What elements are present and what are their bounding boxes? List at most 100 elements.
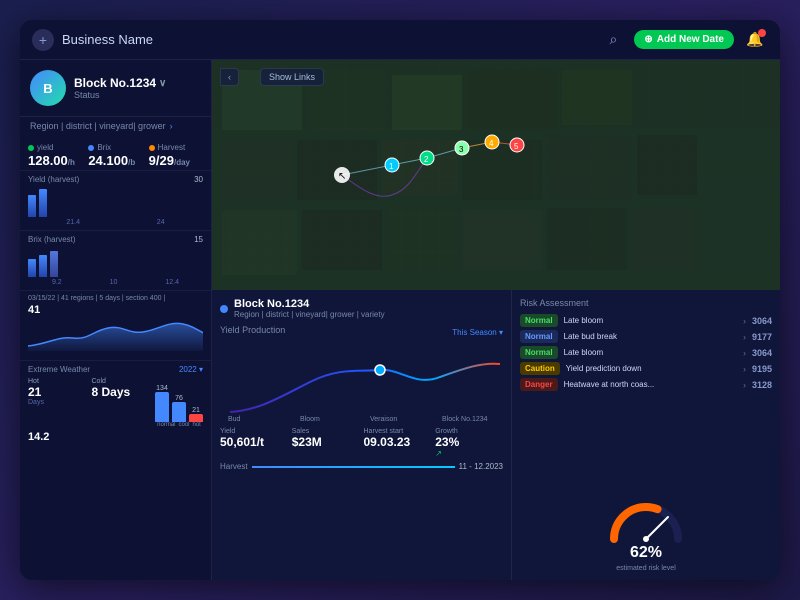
risk-value: 3128 xyxy=(752,380,772,390)
risk-item: Danger Heatwave at north coas... › 3128 xyxy=(520,378,772,391)
search-icon[interactable]: ⌕ xyxy=(600,27,626,53)
breadcrumb-arrow[interactable]: › xyxy=(170,121,173,131)
arrow-icon[interactable]: › xyxy=(743,380,746,390)
brix-value: 24.100/b xyxy=(88,153,142,168)
risk-panel: Risk Assessment Normal Late bloom › 3064… xyxy=(512,290,780,580)
yield-harvest-chart xyxy=(28,187,203,217)
brix-axis: 9.2 10 12.4 xyxy=(28,279,203,286)
risk-badge-normal: Normal xyxy=(520,314,558,327)
cold-days: Cold 8 Days xyxy=(92,378,152,428)
risk-item: Normal Late bud break › 9177 xyxy=(520,330,772,343)
harvest-dot xyxy=(149,145,155,151)
yield-stat: yield 128.00/h xyxy=(28,143,82,168)
harvest-label: Harvest xyxy=(158,143,186,152)
weather-row: Hot 21 Days Cold 8 Days 134 xyxy=(28,378,203,428)
svg-text:1: 1 xyxy=(389,162,394,171)
bar-hot xyxy=(189,414,203,422)
block-detail: Block No.1234 Region | district | vineya… xyxy=(212,290,512,580)
yield-harvest-section: Yield (harvest) 30 21.4 24 xyxy=(20,171,211,231)
gauge-label: estimated risk level xyxy=(616,565,676,572)
risk-value: 9177 xyxy=(752,332,772,342)
hot-days: Hot 21 Days xyxy=(28,378,88,428)
gauge-container: 62% estimated risk level xyxy=(520,499,772,572)
block-header: B Block No.1234 ∨ Status xyxy=(20,60,211,117)
weather-date-select[interactable]: 2022 ▾ xyxy=(179,365,203,374)
harvest-start-stat: Harvest start 09.03.23 xyxy=(364,428,432,458)
svg-text:Bud: Bud xyxy=(228,416,241,422)
app-container: + Business Name ⌕ ⊕ Add New Date 🔔 B Blo… xyxy=(20,20,780,580)
bottom-panel: Block No.1234 Region | district | vineya… xyxy=(212,290,780,580)
block-info: Block No.1234 ∨ Status xyxy=(74,76,201,100)
svg-text:4: 4 xyxy=(489,139,494,148)
risk-text: Late bloom xyxy=(564,316,737,325)
brix-harvest-title: Brix (harvest) 15 xyxy=(28,235,203,244)
yield-dot xyxy=(28,145,34,151)
weather-bars-container: 134 76 21 xyxy=(155,378,203,428)
map-collapse-button[interactable]: ‹ xyxy=(220,68,239,86)
weather-bar-labels: normal cool hot xyxy=(157,422,201,428)
weather-header: Extreme Weather 2022 ▾ xyxy=(28,365,203,374)
arrow-icon[interactable]: › xyxy=(743,316,746,326)
stats-row: yield 128.00/h Brix 24.100/b Harvest xyxy=(20,137,211,171)
yield-chart: Bud 00.01.21 Bloom 00.02.21 Veraison 00.… xyxy=(220,342,503,422)
risk-value: 9195 xyxy=(752,364,772,374)
nav-plus-button[interactable]: + xyxy=(32,29,54,51)
sales-stat: Sales $23M xyxy=(292,428,360,458)
bell-icon[interactable]: 🔔 xyxy=(742,27,768,53)
bar-item xyxy=(50,251,58,277)
svg-text:Block No.1234: Block No.1234 xyxy=(442,416,488,422)
svg-text:Bloom: Bloom xyxy=(300,416,320,422)
risk-value: 3064 xyxy=(752,316,772,326)
bar-cool xyxy=(172,402,186,422)
block-avatar: B xyxy=(30,70,66,106)
weather-section: Extreme Weather 2022 ▾ Hot 21 Days Cold … xyxy=(20,361,211,447)
brix-harvest-section: Brix (harvest) 15 9.2 10 xyxy=(20,231,211,291)
block-status: Status xyxy=(74,90,201,100)
show-links-button[interactable]: Show Links xyxy=(260,68,324,86)
harvest-stat: Harvest 9/29/day xyxy=(149,143,203,168)
block-breadcrumb: Region | district | vineyard| grower › xyxy=(20,117,211,137)
block-detail-region: Region | district | vineyard| grower | v… xyxy=(234,310,385,319)
brix-label: Brix xyxy=(97,143,111,152)
season-select[interactable]: This Season ▾ xyxy=(452,328,503,337)
svg-text:↖: ↖ xyxy=(338,171,346,182)
yield-production-label: Yield Production xyxy=(220,325,285,335)
gauge-value: 62% xyxy=(630,544,662,562)
right-panel: ‹ Show Links ↖ xyxy=(212,60,780,580)
add-new-date-button[interactable]: ⊕ Add New Date xyxy=(634,30,734,49)
risk-text: Late bud break xyxy=(564,332,737,341)
risk-badge-caution: Caution xyxy=(520,362,560,375)
svg-text:5: 5 xyxy=(514,142,519,151)
chevron-down-icon[interactable]: ∨ xyxy=(159,78,166,89)
arrow-icon[interactable]: › xyxy=(743,348,746,358)
yield-value: 128.00/h xyxy=(28,153,82,168)
brix-dot xyxy=(88,145,94,151)
brix-harvest-chart xyxy=(28,247,203,277)
weather-bars: 134 76 21 xyxy=(155,382,203,422)
yield-axis: 21.4 24 xyxy=(28,219,203,226)
risk-items: Normal Late bloom › 3064 Normal Late bud… xyxy=(520,314,772,493)
block-detail-header: Block No.1234 Region | district | vineya… xyxy=(220,298,503,319)
risk-item: Normal Late bloom › 3064 xyxy=(520,346,772,359)
map-container: ‹ Show Links ↖ xyxy=(212,60,780,290)
weather-extra-value: 14.2 xyxy=(28,431,203,443)
bar-item xyxy=(28,195,36,217)
add-icon: ⊕ xyxy=(644,34,652,45)
map-toggle[interactable]: ‹ xyxy=(220,68,239,86)
risk-item: Caution Yield prediction down › 9195 xyxy=(520,362,772,375)
top-nav: + Business Name ⌕ ⊕ Add New Date 🔔 xyxy=(20,20,780,60)
gdd-chart xyxy=(28,316,203,351)
arrow-icon[interactable]: › xyxy=(743,332,746,342)
notification-badge xyxy=(758,29,766,37)
svg-text:3: 3 xyxy=(459,145,464,154)
gdd-value: 41 xyxy=(28,304,203,316)
risk-badge-danger: Danger xyxy=(520,378,558,391)
main-content: B Block No.1234 ∨ Status Region | distri… xyxy=(20,60,780,580)
svg-text:Veraison: Veraison xyxy=(370,416,397,422)
risk-text: Heatwave at north coas... xyxy=(564,380,737,389)
map-svg: ↖ 1 2 3 4 5 xyxy=(212,60,780,290)
arrow-icon[interactable]: › xyxy=(743,364,746,374)
risk-header: Risk Assessment xyxy=(520,298,772,308)
growth-stat: Growth 23% ↗ xyxy=(435,428,503,458)
harvest-timeline xyxy=(252,466,455,468)
